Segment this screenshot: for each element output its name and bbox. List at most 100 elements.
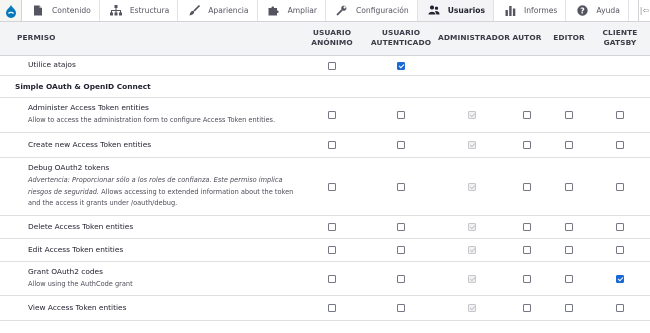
checkbox-author[interactable] — [523, 246, 531, 254]
checkbox-auth[interactable] — [397, 111, 405, 119]
checkbox-editor[interactable] — [565, 141, 573, 149]
permission-cell: Administer Access Token entities Allow t… — [0, 97, 300, 133]
checkbox-anon[interactable] — [328, 304, 336, 312]
checkbox-anon[interactable] — [328, 274, 336, 283]
checkbox-auth[interactable] — [397, 182, 405, 191]
permission-description: Allow using the AuthCode grant — [28, 279, 133, 288]
checkbox-editor[interactable] — [565, 182, 573, 191]
checkbox-admin — [468, 182, 476, 191]
checkbox-auth[interactable] — [397, 141, 405, 149]
toolbar-item-informes[interactable]: Informes — [494, 0, 567, 21]
permission-description: Advertencia: Proporcionar sólo a los rol… — [28, 175, 300, 210]
checkbox-anon[interactable] — [328, 182, 336, 191]
permission-title: Create new Access Token entities — [28, 139, 152, 149]
permission-title: Delete Access Token entities — [28, 221, 134, 231]
toolbar-item-contenido[interactable]: Contenido — [22, 0, 100, 21]
checkbox-anon[interactable] — [328, 223, 336, 231]
permission-row: Create new Access Token entities — [0, 132, 650, 158]
paintbrush-icon — [188, 5, 200, 17]
checkbox-anon[interactable] — [328, 111, 336, 119]
permission-title: Administer Access Token entities — [28, 103, 149, 113]
checkbox-gatsby[interactable] — [616, 223, 624, 231]
permission-title: Grant OAuth2 codes — [28, 266, 103, 276]
file-icon — [32, 5, 44, 17]
checkbox-admin — [468, 111, 476, 119]
wrench-icon — [336, 5, 348, 17]
permission-row: View Access Token entities — [0, 295, 650, 321]
permission-title: Edit Access Token entities — [28, 244, 124, 254]
checkbox-anon[interactable] — [328, 246, 336, 254]
header-autor: AUTOR — [506, 22, 548, 56]
toolbar-label: Usuarios — [447, 6, 485, 15]
svg-text:?: ? — [580, 6, 585, 15]
checkbox-admin — [468, 246, 476, 254]
checkbox-author[interactable] — [523, 141, 531, 149]
toolbar-item-estructura[interactable]: Estructura — [100, 0, 179, 21]
checkbox-auth[interactable] — [397, 246, 405, 254]
header-usuario-anonimo: USUARIO ANÓNIMO — [300, 22, 364, 56]
checkbox-editor[interactable] — [565, 274, 573, 283]
checkbox-editor[interactable] — [565, 223, 573, 231]
permission-cell: Edit Access Token entities — [0, 238, 300, 262]
toolbar-label: Ampliar — [287, 6, 317, 15]
help-icon: ? — [576, 5, 588, 17]
checkbox-gatsby[interactable] — [616, 182, 624, 191]
header-usuario-autenticado: USUARIO AUTENTICADO — [364, 22, 438, 56]
checkbox-gatsby[interactable] — [616, 246, 624, 254]
orientation-icon: |⇦ — [639, 6, 650, 15]
toolbar-item-usuarios[interactable]: Usuarios — [417, 0, 494, 21]
empty-cell — [548, 55, 590, 76]
permission-cell: View Access Token entities — [0, 295, 300, 321]
table-header-row: PERMISO USUARIO ANÓNIMO USUARIO AUTENTIC… — [0, 22, 650, 56]
empty-cell — [506, 55, 548, 76]
checkbox-gatsby[interactable] — [616, 274, 624, 283]
drupal-logo-icon[interactable] — [0, 0, 22, 21]
checkbox-author[interactable] — [523, 223, 531, 231]
toolbar-item-ampliar[interactable]: Ampliar — [258, 0, 326, 21]
checkbox-author[interactable] — [523, 304, 531, 312]
toolbar-item-configuracion[interactable]: Configuración — [326, 0, 418, 21]
checkbox-author[interactable] — [523, 111, 531, 119]
toolbar-label: Informes — [524, 6, 558, 15]
checkbox-anon[interactable] — [328, 61, 336, 70]
checkbox-auth[interactable] — [397, 274, 405, 283]
checkbox-auth[interactable] — [397, 61, 405, 70]
permission-description: Allow to access the administration form … — [28, 116, 276, 125]
checkbox-admin — [468, 141, 476, 149]
permission-cell: Grant OAuth2 codes Allow using the AuthC… — [0, 261, 300, 296]
toolbar-label: Ayuda — [596, 6, 620, 15]
permission-title: Debug OAuth2 tokens — [28, 163, 110, 173]
admin-toolbar: Contenido Estructura Apariencia Ampliar … — [0, 0, 650, 22]
sitemap-icon — [109, 5, 122, 17]
puzzle-icon — [268, 5, 280, 17]
toolbar-orientation-toggle[interactable]: |⇦ — [638, 0, 650, 21]
checkbox-admin — [468, 223, 476, 231]
checkbox-editor[interactable] — [565, 111, 573, 119]
permission-cell: Delete Access Token entities — [0, 215, 300, 239]
empty-cell — [438, 55, 506, 76]
checkbox-anon[interactable] — [328, 141, 336, 149]
permissions-table: PERMISO USUARIO ANÓNIMO USUARIO AUTENTIC… — [0, 22, 650, 321]
empty-cell — [590, 55, 650, 76]
checkbox-author[interactable] — [523, 182, 531, 191]
toolbar-label: Apariencia — [208, 6, 249, 15]
bar-chart-icon — [504, 5, 516, 17]
checkbox-author[interactable] — [523, 274, 531, 283]
checkbox-editor[interactable] — [565, 246, 573, 254]
checkbox-editor[interactable] — [565, 304, 573, 312]
toolbar-item-apariencia[interactable]: Apariencia — [178, 0, 258, 21]
toolbar-label: Contenido — [52, 6, 91, 15]
checkbox-auth[interactable] — [397, 223, 405, 231]
checkbox-admin — [468, 304, 476, 312]
checkbox-gatsby[interactable] — [616, 304, 624, 312]
people-icon — [428, 5, 440, 17]
checkbox-gatsby[interactable] — [616, 111, 624, 119]
toolbar-item-ayuda[interactable]: ? Ayuda — [566, 0, 629, 21]
checkbox-auth[interactable] — [397, 304, 405, 312]
permission-row: Debug OAuth2 tokens Advertencia: Proporc… — [0, 157, 650, 216]
header-permiso: PERMISO — [0, 22, 300, 56]
module-title: Simple OAuth & OpenID Connect — [0, 75, 650, 98]
checkbox-gatsby[interactable] — [616, 141, 624, 149]
permission-cell: Debug OAuth2 tokens Advertencia: Proporc… — [0, 157, 300, 216]
permission-title: Utilice atajos — [28, 60, 76, 70]
